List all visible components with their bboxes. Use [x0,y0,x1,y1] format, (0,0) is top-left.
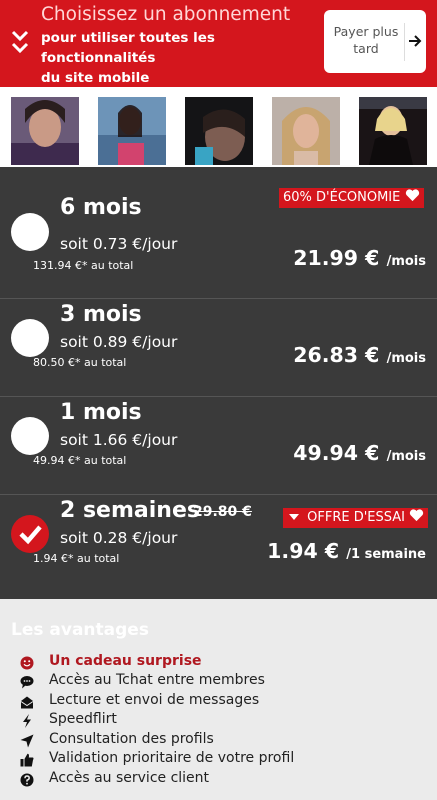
advantages-section: Les avantages Un cadeau surprise Accès a… [0,599,437,800]
pay-later-button[interactable]: Payer plus tard [324,10,426,73]
advantages-title: Les avantages [11,620,149,640]
plan-radio[interactable] [11,319,49,357]
plan-radio[interactable] [11,213,49,251]
plan-duration: 1 mois [60,400,142,425]
thumbs-up-icon [20,753,34,767]
caret-down-icon [289,514,299,520]
check-icon [19,525,42,545]
plan-per-day: soit 0.89 €/jour [60,333,178,351]
plan-radio[interactable] [11,417,49,455]
plan-per-day: soit 0.73 €/jour [60,235,178,253]
plan-duration: 2 semaines [60,498,200,523]
page-title: Choisissez un abonnement [41,4,291,25]
plans-panel: 60% D'ÉCONOMIE 6 mois soit 0.73 €/jour 1… [0,167,437,599]
plan-radio-selected[interactable] [11,515,49,553]
plan-total: 49.94 €* au total [33,454,127,467]
profile-photo-3[interactable] [185,97,253,165]
lightning-icon [23,714,31,728]
plan-per-day: soit 0.28 €/jour [60,529,178,547]
plan-6-months[interactable]: 60% D'ÉCONOMIE 6 mois soit 0.73 €/jour 1… [0,167,437,272]
plan-duration: 6 mois [60,195,142,220]
plan-price: 21.99 € /mois [293,246,426,270]
subtitle-line-2: du site mobile [41,70,150,86]
divider [404,23,405,61]
profile-photo-1[interactable] [11,97,79,165]
question-icon [20,773,34,787]
heart-icon [405,189,419,202]
send-icon [20,734,34,748]
plan-1-month[interactable]: 1 mois soit 1.66 €/jour 49.94 €* au tota… [0,396,437,494]
profile-photos-strip [0,87,437,167]
plan-duration: 3 mois [60,302,142,327]
mail-icon [20,696,34,709]
plan-old-price: 29.80 € [193,504,252,520]
plan-price: 49.94 € /mois [293,441,426,465]
subtitle-line-1: pour utiliser toutes les fonctionnalités [41,30,215,66]
profile-photo-2[interactable] [98,97,166,165]
plan-3-months[interactable]: 3 mois soit 0.89 €/jour 80.50 €* au tota… [0,298,437,396]
chevron-down-icon[interactable] [10,30,30,56]
savings-badge: 60% D'ÉCONOMIE [279,188,424,208]
plan-total: 1.94 €* au total [33,552,120,565]
pay-later-label: Payer plus tard [333,24,399,56]
subscription-header: Choisissez un abonnement pour utiliser t… [0,0,437,87]
heart-icon [409,509,424,522]
trial-badge: OFFRE D'ESSAI [283,508,429,528]
page-subtitle: pour utiliser toutes les fonctionnalités… [41,28,321,88]
plan-per-day: soit 1.66 €/jour [60,431,178,449]
plan-price: 1.94 € /1 semaine [267,539,426,563]
plan-total: 80.50 €* au total [33,356,127,369]
profile-photo-5[interactable] [359,97,427,165]
profile-photo-4[interactable] [272,97,340,165]
arrow-right-icon [409,35,422,47]
plan-total: 131.94 €* au total [33,259,134,272]
plan-2-weeks[interactable]: OFFRE D'ESSAI 2 semaines 29.80 € soit 0.… [0,494,437,592]
smiley-icon [20,656,34,670]
chat-icon [20,676,34,689]
plan-price: 26.83 € /mois [293,343,426,367]
